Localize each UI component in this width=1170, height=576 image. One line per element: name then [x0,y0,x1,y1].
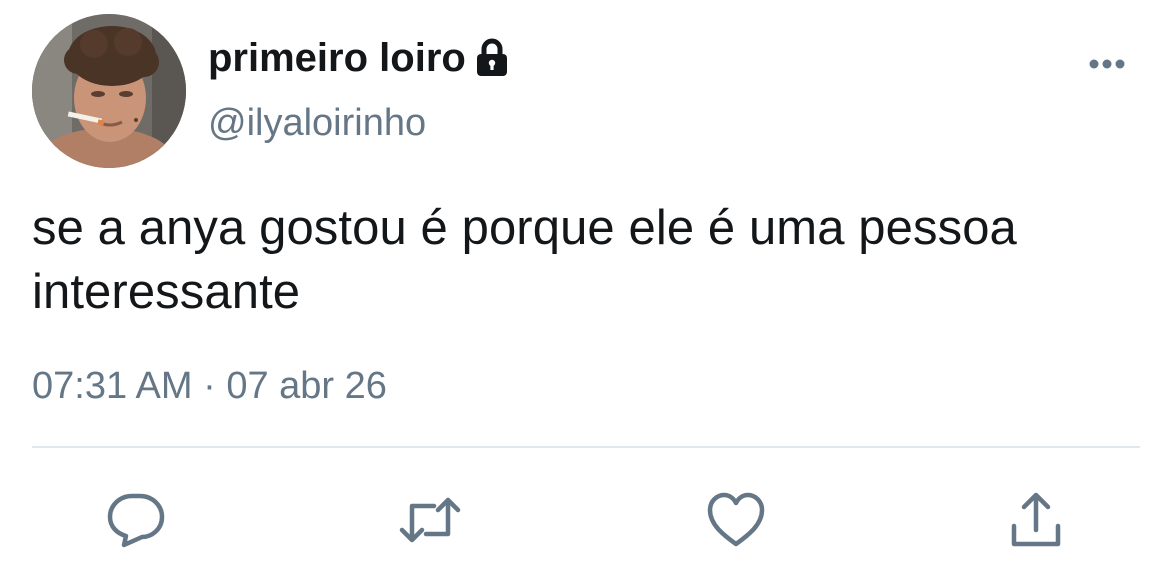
reply-button[interactable] [104,490,168,550]
more-dots-icon[interactable] [1082,52,1132,76]
heart-icon [707,492,765,547]
retweet-icon [399,497,461,543]
meta-separator: · [203,365,216,407]
tweet-date: 07 abr 26 [226,365,387,407]
retweet-button[interactable] [398,490,462,550]
display-name-text: primeiro loiro [208,36,466,80]
share-button[interactable] [1004,490,1068,550]
tweet-timestamp[interactable]: 07:31 AM · 07 abr 26 [32,360,387,412]
reply-icon [107,493,165,548]
like-button[interactable] [704,490,768,550]
author-handle[interactable]: @ilyaloirinho [208,97,426,149]
divider [32,446,1140,448]
tweet-text: se a anya gostou é porque ele é uma pess… [32,201,1017,319]
profile-photo [32,14,186,168]
tweet-time: 07:31 AM [32,365,193,407]
lock-icon [474,38,510,78]
avatar[interactable] [32,14,186,168]
author-display-name[interactable]: primeiro loiro [208,32,510,84]
share-icon [1011,492,1061,547]
